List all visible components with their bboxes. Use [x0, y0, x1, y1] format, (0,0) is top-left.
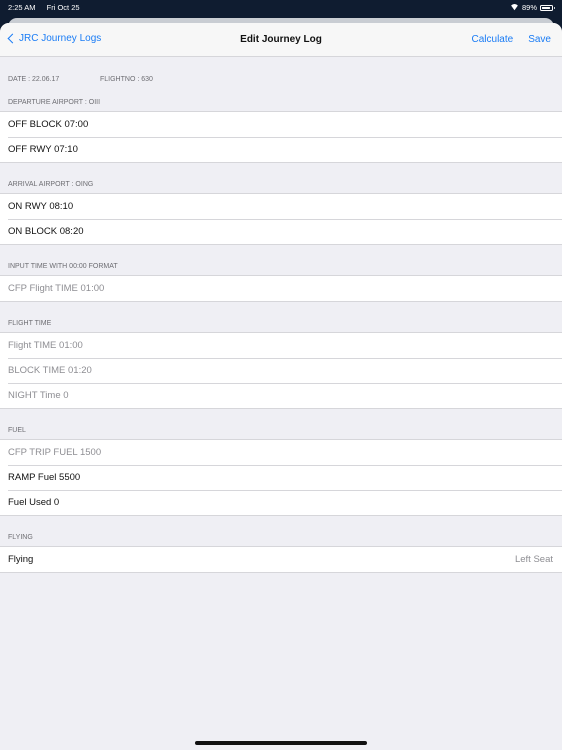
status-date: Fri Oct 25 — [46, 3, 80, 12]
home-indicator — [195, 741, 367, 745]
on-block-field[interactable]: ON BLOCK 08:20 — [0, 219, 562, 244]
off-block-field[interactable]: OFF BLOCK 07:00 — [0, 112, 562, 137]
flight-info: DATE : 22.06.17 FLIGHTNO : 630 — [0, 72, 562, 93]
navigation-bar: JRC Journey Logs Edit Journey Log Calcul… — [0, 23, 562, 57]
edit-journey-log-sheet: JRC Journey Logs Edit Journey Log Calcul… — [0, 23, 562, 750]
departure-group: OFF BLOCK 07:00 OFF RWY 07:10 — [0, 111, 562, 163]
date-label: DATE : 22.06.17 — [8, 76, 60, 83]
departure-header: DEPARTURE AIRPORT : OIII — [8, 99, 101, 106]
flight-time-header: FLIGHT TIME — [8, 320, 52, 327]
battery-percent: 89% — [521, 3, 537, 12]
flying-seat-selector[interactable]: Flying Left Seat — [0, 547, 562, 572]
arrival-header: ARRIVAL AIRPORT : OING — [8, 181, 94, 188]
ramp-fuel-field[interactable]: RAMP Fuel 5500 — [0, 465, 562, 490]
battery-level — [542, 6, 550, 9]
arrival-group: ON RWY 08:10 ON BLOCK 08:20 — [0, 193, 562, 245]
flying-group: Flying Left Seat — [0, 546, 562, 573]
status-time: 2:25 AM — [8, 3, 36, 12]
cfp-flight-time-field[interactable]: CFP Flight TIME 01:00 — [0, 276, 562, 301]
block-time-field[interactable]: BLOCK TIME 01:20 — [0, 358, 562, 383]
flight-time-field[interactable]: Flight TIME 01:00 — [0, 333, 562, 358]
battery-icon — [540, 4, 555, 11]
night-time-field[interactable]: NIGHT Time 0 — [0, 383, 562, 408]
flying-seat-value: Left Seat — [514, 554, 553, 565]
fuel-header: FUEL — [8, 427, 26, 434]
wifi-icon — [510, 4, 519, 11]
fuel-used-field[interactable]: Fuel Used 0 — [0, 490, 562, 515]
save-button[interactable]: Save — [528, 34, 551, 45]
status-bar: 2:25 AM Fri Oct 25 89% — [0, 0, 562, 14]
flying-label: Flying — [8, 554, 34, 565]
flight-time-group: Flight TIME 01:00 BLOCK TIME 01:20 NIGHT… — [0, 332, 562, 409]
off-rwy-field[interactable]: OFF RWY 07:10 — [0, 137, 562, 162]
flying-header: FLYING — [8, 534, 33, 541]
calculate-button[interactable]: Calculate — [472, 34, 514, 45]
flight-number-label: FLIGHTNO : 630 — [100, 76, 153, 83]
cfp-trip-fuel-field[interactable]: CFP TRIP FUEL 1500 — [0, 440, 562, 465]
input-time-header: INPUT TIME WITH 00:00 FORMAT — [8, 263, 118, 270]
input-time-group: CFP Flight TIME 01:00 — [0, 275, 562, 302]
fuel-group: CFP TRIP FUEL 1500 RAMP Fuel 5500 Fuel U… — [0, 439, 562, 516]
on-rwy-field[interactable]: ON RWY 08:10 — [0, 194, 562, 219]
